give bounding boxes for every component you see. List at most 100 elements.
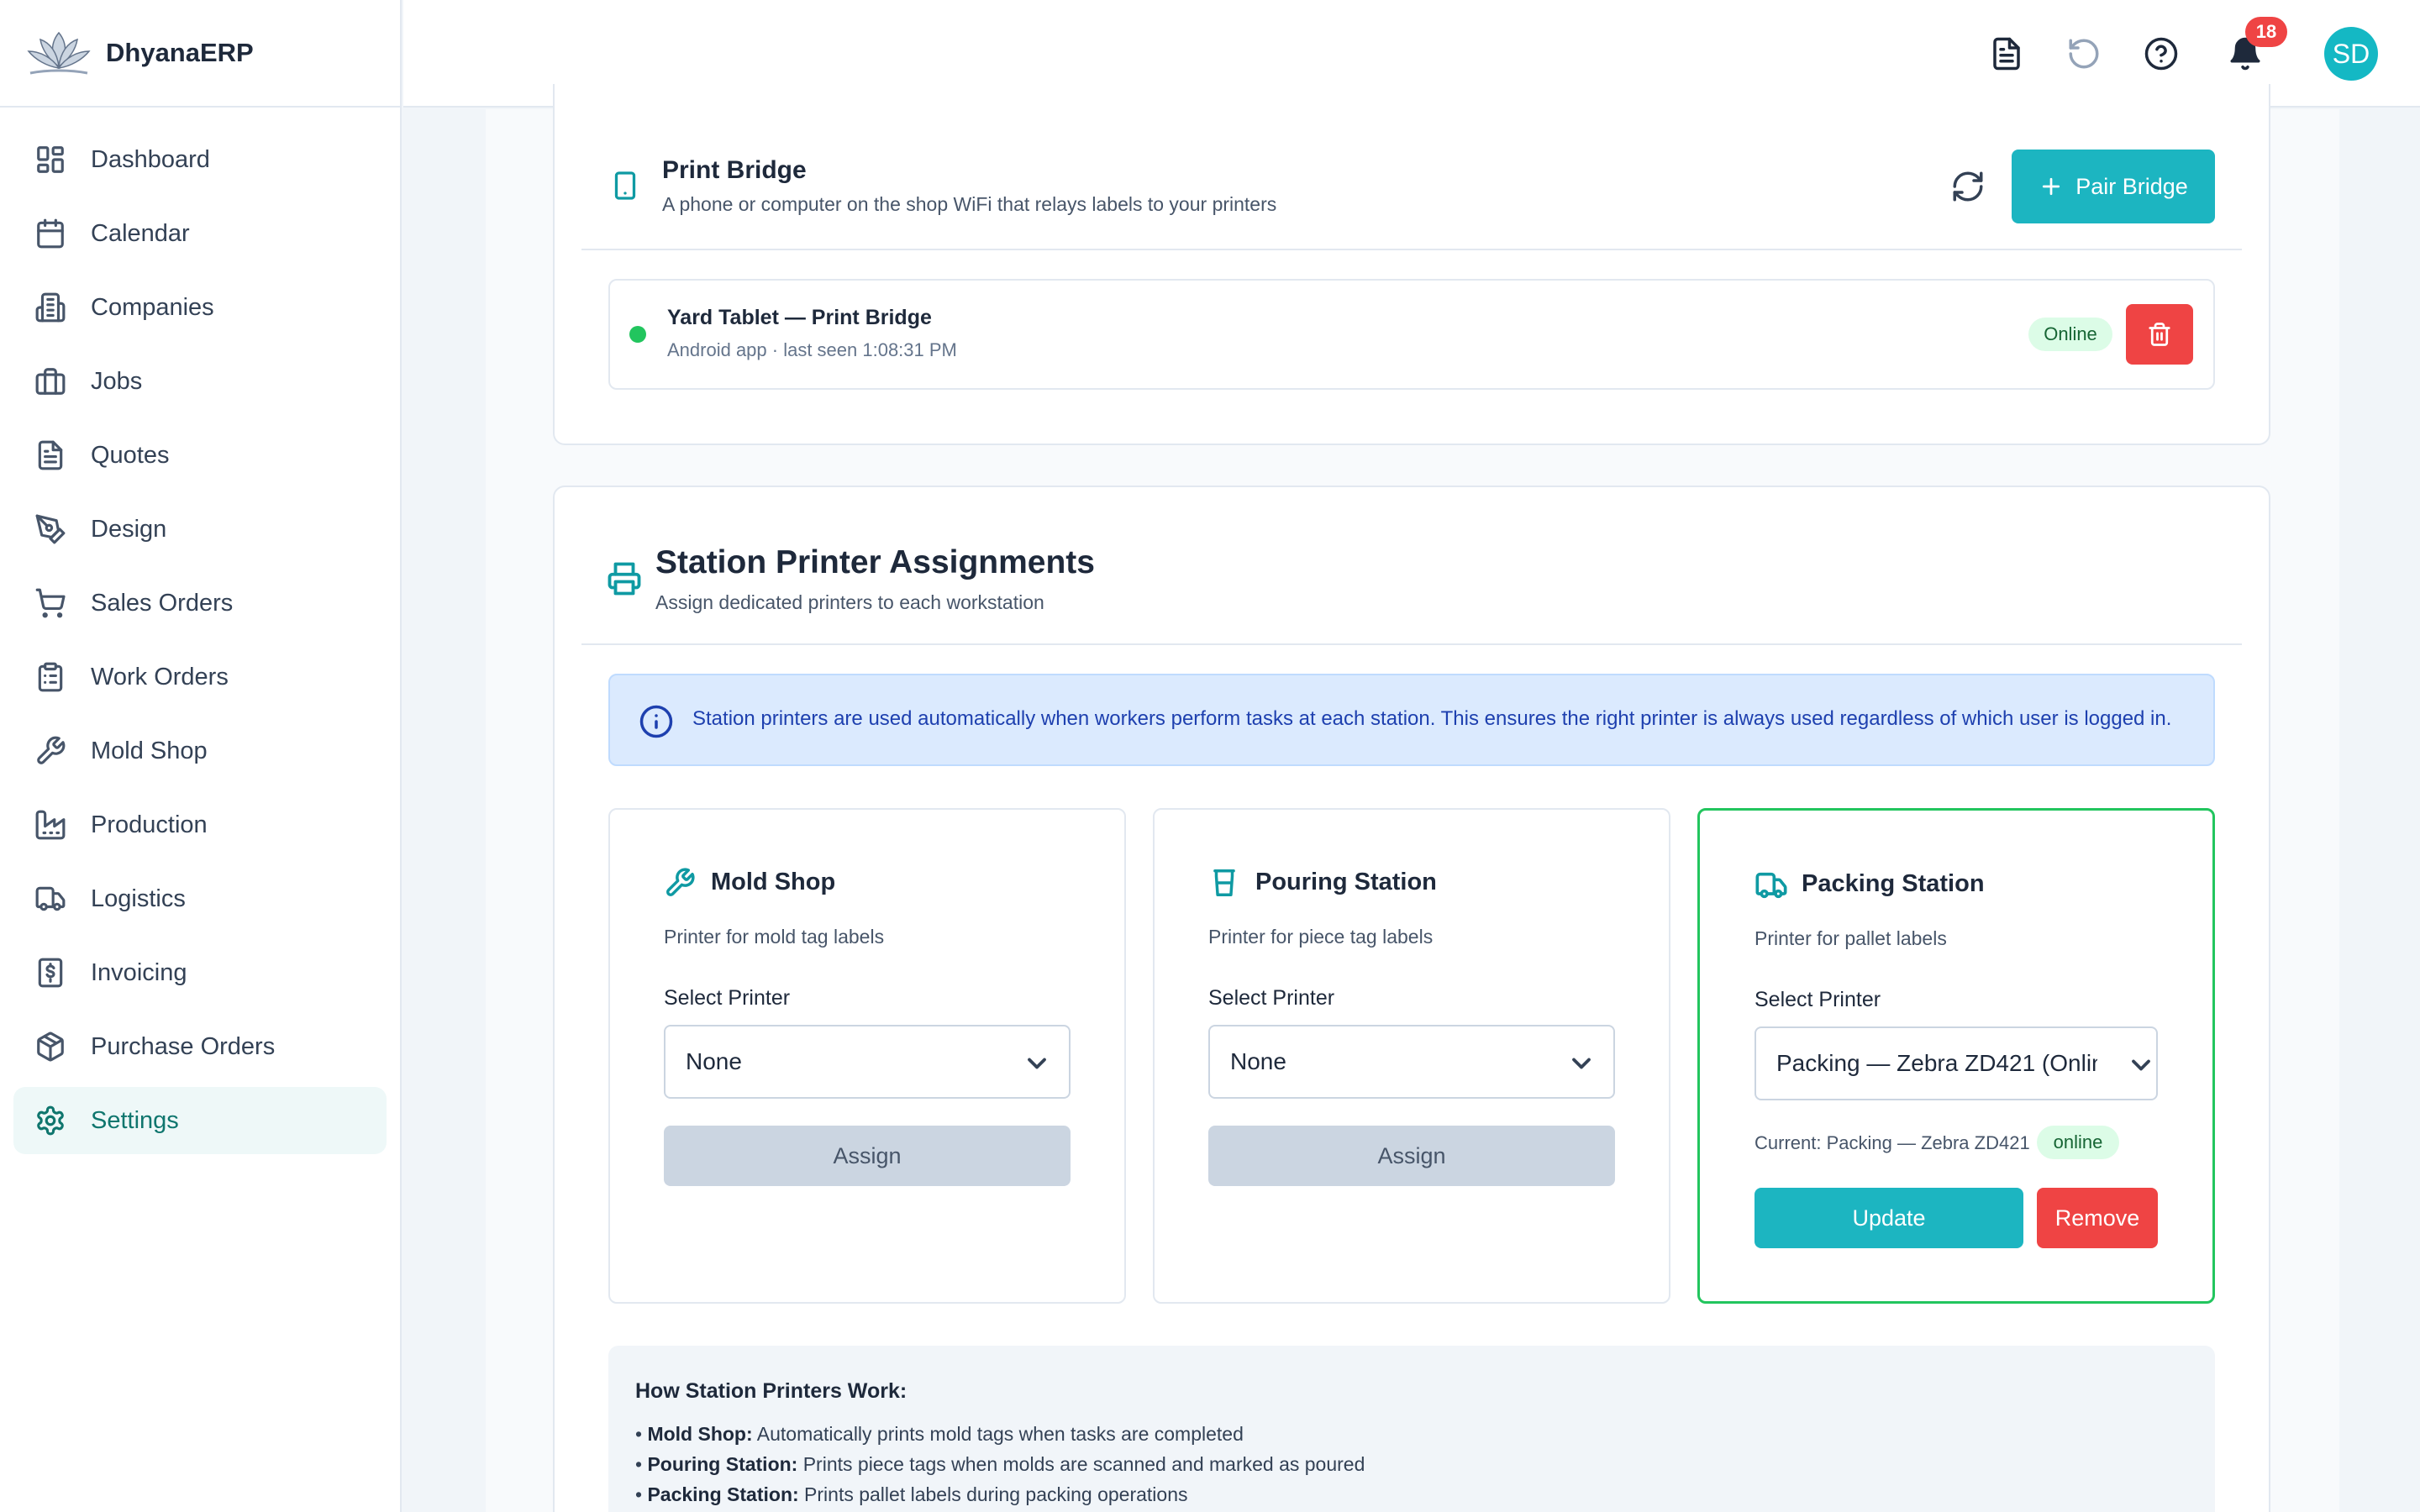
brand[interactable]: DhyanaERP bbox=[0, 0, 400, 108]
chevron-down-icon bbox=[1566, 1048, 1597, 1079]
divider bbox=[581, 249, 2242, 250]
beaker-icon bbox=[1208, 867, 1240, 903]
sidebar-item-production[interactable]: Production bbox=[13, 791, 387, 858]
bridge-device-row bbox=[608, 279, 2215, 390]
printer-icon bbox=[607, 561, 642, 601]
delete-bridge-button[interactable] bbox=[2126, 304, 2193, 365]
how-line: • Mold Shop: Automatically prints mold t… bbox=[635, 1423, 1244, 1445]
selected-printer: Packing — Zebra ZD421 (Online) bbox=[1776, 1050, 2126, 1076]
sidebar-item-mold-shop[interactable]: Mold Shop bbox=[13, 717, 387, 785]
sidebar-item-label: Invoicing bbox=[91, 958, 187, 986]
undo-icon[interactable] bbox=[2064, 34, 2104, 74]
document-icon bbox=[34, 438, 67, 472]
info-banner: Station printers are used automatically … bbox=[608, 674, 2215, 766]
info-icon bbox=[639, 705, 673, 738]
truck-icon bbox=[34, 882, 67, 916]
sidebar-item-label: Companies bbox=[91, 293, 214, 321]
sidebar-item-settings[interactable]: Settings bbox=[13, 1087, 387, 1154]
chevron-down-icon bbox=[1022, 1048, 1052, 1079]
assign-button-mold-shop[interactable]: Assign bbox=[664, 1126, 1071, 1186]
selected-printer: None bbox=[1230, 1048, 1286, 1074]
how-it-works-title: How Station Printers Work: bbox=[635, 1379, 908, 1403]
sidebar-item-design[interactable]: Design bbox=[13, 496, 387, 563]
cart-icon bbox=[34, 586, 67, 620]
sidebar-item-companies[interactable]: Companies bbox=[13, 274, 387, 341]
assign-button-pouring[interactable]: Assign bbox=[1208, 1126, 1615, 1186]
sidebar-item-invoicing[interactable]: Invoicing bbox=[13, 939, 387, 1006]
help-icon[interactable] bbox=[2141, 34, 2181, 74]
remove-button[interactable]: Remove bbox=[2037, 1188, 2158, 1248]
how-line-station: Pouring Station: bbox=[647, 1453, 798, 1475]
how-line-station: Mold Shop: bbox=[647, 1423, 753, 1445]
status-badge: online bbox=[2037, 1126, 2119, 1159]
avatar[interactable]: SD bbox=[2324, 27, 2378, 81]
print-bridge-subtitle: A phone or computer on the shop WiFi tha… bbox=[662, 193, 1277, 215]
calendar-icon bbox=[34, 217, 67, 250]
sidebar-item-label: Production bbox=[91, 811, 208, 838]
sidebar-item-label: Purchase Orders bbox=[91, 1032, 276, 1060]
pair-bridge-button[interactable]: Pair Bridge bbox=[2012, 150, 2215, 223]
sidebar-item-label: Quotes bbox=[91, 441, 170, 469]
select-printer-label: Select Printer bbox=[1754, 988, 1881, 1011]
update-button[interactable]: Update bbox=[1754, 1188, 2023, 1248]
printer-select-pouring[interactable]: None bbox=[1208, 1025, 1615, 1099]
sidebar-item-label: Logistics bbox=[91, 885, 186, 912]
print-bridge-title: Print Bridge bbox=[662, 156, 807, 184]
sidebar-item-calendar[interactable]: Calendar bbox=[13, 200, 387, 267]
sidebar-item-label: Settings bbox=[91, 1106, 179, 1134]
station-assignments-title: Station Printer Assignments bbox=[655, 544, 1095, 580]
station-title: Packing Station bbox=[1802, 870, 1985, 897]
dashboard-icon bbox=[34, 143, 67, 176]
building-icon bbox=[34, 291, 67, 324]
sidebar-nav: Dashboard Calendar Companies Jobs Quotes… bbox=[0, 108, 400, 1154]
sidebar-item-label: Calendar bbox=[91, 219, 190, 247]
notification-badge: 18 bbox=[2245, 17, 2287, 47]
sidebar-item-label: Sales Orders bbox=[91, 589, 234, 617]
how-it-works-panel: How Station Printers Work: • Mold Shop: … bbox=[608, 1346, 2215, 1512]
station-assignments-subtitle: Assign dedicated printers to each workst… bbox=[655, 591, 1044, 613]
printer-select-packing[interactable]: Packing — Zebra ZD421 (Online) bbox=[1754, 1026, 2158, 1100]
sidebar-item-work-orders[interactable]: Work Orders bbox=[13, 643, 387, 711]
lotus-logo-icon bbox=[27, 31, 91, 75]
pen-tool-icon bbox=[34, 512, 67, 546]
device-name: Yard Tablet — Print Bridge bbox=[667, 306, 932, 329]
plus-icon bbox=[2043, 177, 2060, 196]
sidebar-item-logistics[interactable]: Logistics bbox=[13, 865, 387, 932]
divider bbox=[581, 643, 2242, 645]
how-line-text: Prints piece tags when molds are scanned… bbox=[797, 1453, 1365, 1475]
how-line: • Pouring Station: Prints piece tags whe… bbox=[635, 1453, 1365, 1475]
how-line-text: Prints pallet labels during packing oper… bbox=[798, 1483, 1188, 1505]
select-printer-label: Select Printer bbox=[664, 986, 791, 1010]
selected-printer: None bbox=[686, 1048, 742, 1074]
app-name: DhyanaERP bbox=[106, 38, 254, 67]
sidebar-item-sales-orders[interactable]: Sales Orders bbox=[13, 570, 387, 637]
tablet-icon bbox=[610, 168, 640, 207]
station-subtitle: Printer for pallet labels bbox=[1754, 927, 1947, 949]
current-printer: Current: Packing — Zebra ZD421 bbox=[1754, 1132, 2030, 1153]
how-line: • Packing Station: Prints pallet labels … bbox=[635, 1483, 1188, 1505]
refresh-icon[interactable] bbox=[1948, 166, 1988, 207]
briefcase-icon bbox=[34, 365, 67, 398]
sidebar-item-purchase-orders[interactable]: Purchase Orders bbox=[13, 1013, 387, 1080]
print-bridge-card bbox=[553, 84, 2270, 445]
sidebar-item-label: Mold Shop bbox=[91, 737, 208, 764]
sidebar-item-quotes[interactable]: Quotes bbox=[13, 422, 387, 489]
how-line-station: Packing Station: bbox=[647, 1483, 799, 1505]
station-title: Pouring Station bbox=[1255, 869, 1437, 895]
sidebar-item-dashboard[interactable]: Dashboard bbox=[13, 126, 387, 193]
station-subtitle: Printer for piece tag labels bbox=[1208, 926, 1434, 948]
sidebar-item-jobs[interactable]: Jobs bbox=[13, 348, 387, 415]
trash-icon bbox=[2149, 323, 2170, 346]
truck-icon bbox=[1754, 869, 1788, 906]
pair-bridge-label: Pair Bridge bbox=[2075, 173, 2188, 199]
select-printer-label: Select Printer bbox=[1208, 986, 1335, 1010]
clipboard-icon bbox=[34, 660, 67, 694]
sidebar: DhyanaERP Dashboard Calendar Companies J… bbox=[0, 0, 402, 1512]
sidebar-item-label: Work Orders bbox=[91, 663, 229, 690]
chevron-down-icon bbox=[2097, 1050, 2156, 1080]
docs-icon[interactable] bbox=[1986, 34, 2027, 74]
info-text: Station printers are used automatically … bbox=[692, 707, 2172, 730]
how-line-text: Automatically prints mold tags when task… bbox=[752, 1423, 1244, 1445]
sidebar-item-label: Jobs bbox=[91, 367, 143, 395]
printer-select-mold-shop[interactable]: None bbox=[664, 1025, 1071, 1099]
